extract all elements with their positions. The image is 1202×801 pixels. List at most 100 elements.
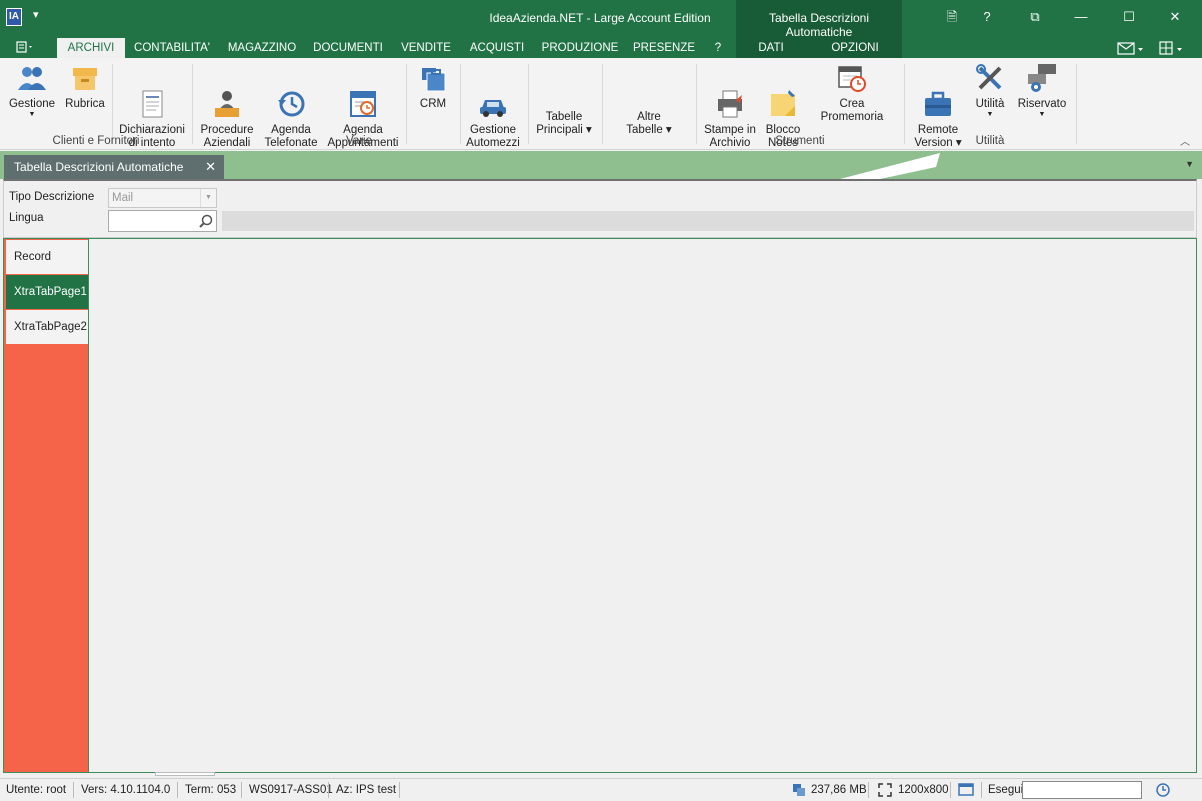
layout-dropdown-button[interactable] [1158, 40, 1188, 59]
horizontal-scrollbar[interactable] [155, 772, 215, 776]
sticky-note-icon [767, 75, 799, 116]
tab-content-area [88, 239, 1196, 772]
envelope-icon [1117, 42, 1143, 55]
utilita-button[interactable]: Utilità ▼ [970, 62, 1010, 119]
tab-archivi[interactable]: ARCHIVI [57, 38, 125, 58]
rubrica-button[interactable]: Rubrica [62, 62, 108, 111]
group-label-clienti: Clienti e Fornitori [52, 135, 140, 147]
close-tab-icon[interactable]: ✕ [205, 155, 216, 179]
clock-refresh-icon[interactable] [1155, 782, 1171, 798]
document-tab[interactable]: Tabella Descrizioni Automatiche ✕ [4, 155, 224, 179]
toolbox-icon [922, 75, 954, 116]
esegui-label: Esegui [988, 784, 1024, 796]
help-button[interactable]: ? [972, 6, 1002, 28]
status-azienda: Az: IPS test [336, 784, 397, 796]
tab-produzione[interactable]: PRODUZIONE [538, 38, 622, 58]
status-version: Vers: 4.10.1104.0 [81, 784, 171, 796]
ribbon-separator [1076, 64, 1077, 144]
vertical-tabs: Record XtraTabPage1 XtraTabPage2 [4, 239, 88, 772]
status-resolution: 1200x800 [898, 784, 949, 796]
tab-presenze[interactable]: PRESENZE [628, 38, 700, 58]
tab-list-dropdown-icon[interactable]: ▼ [1185, 159, 1194, 169]
tab-help[interactable]: ? [706, 38, 730, 58]
status-divider [328, 782, 329, 798]
windows-layout-icon [1159, 41, 1182, 55]
status-workstation: WS0917-ASS01 [249, 784, 333, 796]
crea-promemoria-button[interactable]: Crea Promemoria [808, 62, 896, 124]
group-label-utilita: Utilità [975, 135, 1005, 147]
collapse-ribbon-icon[interactable]: ︿ [1180, 133, 1190, 148]
window-title: IdeaAzienda.NET - Large Account Edition [489, 11, 711, 25]
esegui-input[interactable] [1022, 781, 1142, 799]
contextual-title: Tabella Descrizioni Automatiche [768, 11, 870, 39]
status-bar: Utente: root Vers: 4.10.1104.0 Term: 053… [0, 778, 1202, 801]
filter-panel: Tipo Descrizione Mail ▼ Lingua [3, 179, 1197, 238]
ribbon-separator [696, 64, 697, 144]
close-button[interactable]: ✕ [1160, 6, 1190, 28]
tab-vendite[interactable]: VENDITE [394, 38, 458, 58]
status-divider [868, 782, 869, 798]
history-icon [275, 75, 307, 117]
users-icon [16, 62, 48, 94]
riservato-button[interactable]: Riservato ▼ [1014, 62, 1070, 119]
ribbon-tabs: ARCHIVI CONTABILITA' MAGAZZINO DOCUMENTI… [0, 38, 1202, 58]
status-divider [241, 782, 242, 798]
gear-network-icon [1026, 62, 1058, 94]
status-divider [399, 782, 400, 798]
ribbon-separator [528, 64, 529, 144]
search-icon[interactable] [198, 213, 214, 229]
minimize-button[interactable]: — [1066, 6, 1096, 28]
box-icon [69, 62, 101, 94]
decorative-stripe [840, 153, 940, 179]
altre-tabelle-button[interactable]: Altre Tabelle ▾ [618, 98, 680, 137]
ribbon-separator [112, 64, 113, 144]
lingua-search-input[interactable] [108, 210, 217, 232]
tabelle-principali-button[interactable]: Tabelle Principali ▾ [532, 98, 596, 137]
memory-icon [793, 784, 805, 796]
ribbon-separator [406, 64, 407, 144]
ribbon-separator [192, 64, 193, 144]
ribbon: Gestione ▼ Rubrica Dichiarazioni di inten… [0, 58, 1202, 150]
quick-access-dropdown-icon[interactable]: ▾ [33, 8, 39, 21]
tools-icon [974, 62, 1006, 94]
fullscreen-icon[interactable] [878, 783, 892, 797]
tab-dati[interactable]: DATI [742, 38, 800, 58]
tab-opzioni[interactable]: OPZIONI [820, 38, 890, 58]
group-label-strumenti: Strumenti [775, 135, 825, 147]
tab-magazzino[interactable]: MAGAZZINO [222, 38, 302, 58]
tipo-descrizione-combo[interactable]: Mail ▼ [108, 188, 217, 208]
mail-dropdown-button[interactable] [1117, 40, 1147, 59]
maximize-button[interactable]: ☐ [1114, 6, 1144, 28]
status-divider [73, 782, 74, 798]
tab-record[interactable]: Record [6, 240, 88, 274]
person-desk-icon [211, 75, 243, 117]
ribbon-separator [904, 64, 905, 144]
status-divider [177, 782, 178, 798]
status-divider [950, 782, 951, 798]
gestione-button[interactable]: Gestione ▼ [6, 62, 58, 119]
briefcase-stack-icon [417, 62, 449, 94]
window-monitor-icon[interactable] [958, 782, 976, 798]
lingua-label: Lingua [9, 212, 44, 224]
tipo-descrizione-value: Mail [112, 192, 134, 204]
tab-contabilita[interactable]: CONTABILITA' [130, 38, 214, 58]
ribbon-separator [602, 64, 603, 144]
tab-documenti[interactable]: DOCUMENTI [308, 38, 388, 58]
status-memory: 237,86 MB [811, 784, 867, 796]
calendar-clock-icon [347, 75, 379, 117]
document-tab-strip: Tabella Descrizioni Automatiche ✕ ▼ [0, 151, 1202, 179]
printer-icon [714, 75, 746, 118]
crm-button[interactable]: CRM [412, 62, 454, 111]
tab-xtratabpage2[interactable]: XtraTabPage2 [6, 310, 88, 344]
tab-acquisti[interactable]: ACQUISTI [464, 38, 530, 58]
chevron-down-icon[interactable]: ▼ [200, 189, 216, 207]
main-area: Record XtraTabPage1 XtraTabPage2 [3, 238, 1197, 773]
tab-xtratabpage1[interactable]: XtraTabPage1 [6, 275, 88, 309]
status-divider [981, 782, 982, 798]
app-logo-icon[interactable]: IA [6, 8, 22, 26]
lingua-description-field [222, 211, 1194, 231]
document-tab-title: Tabella Descrizioni Automatiche [14, 160, 184, 174]
document-icon[interactable]: 🗎 [937, 6, 967, 28]
restore-ribbon-button[interactable]: ⧉ [1020, 6, 1050, 28]
title-bar: IA ▾ IdeaAzienda.NET - Large Account Edi… [0, 0, 1202, 58]
